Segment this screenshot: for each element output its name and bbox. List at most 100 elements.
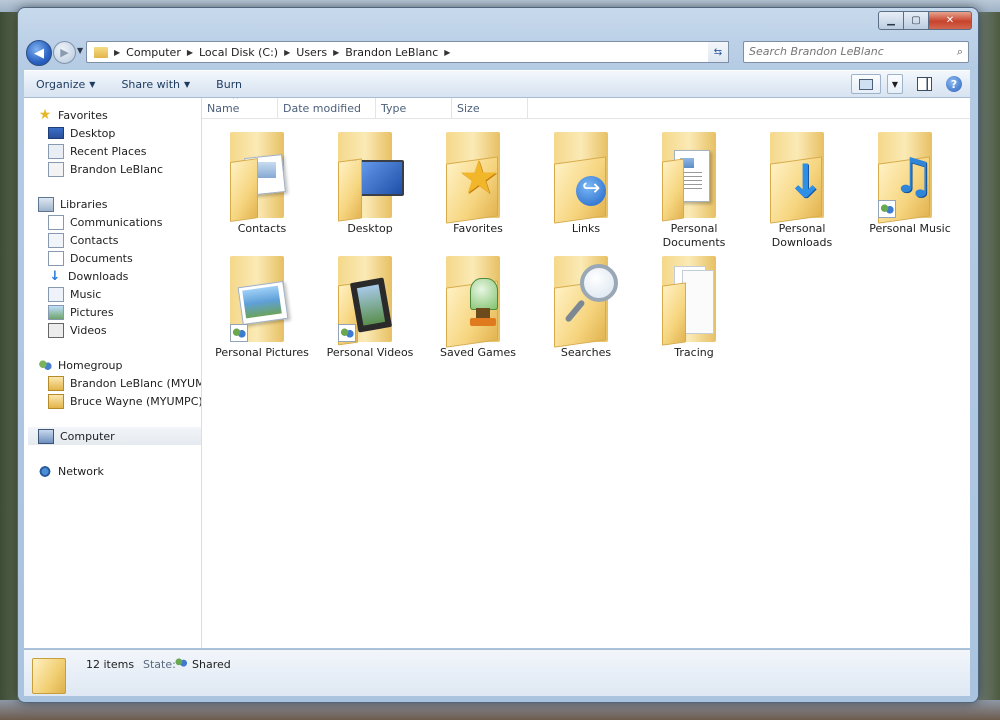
column-header-date-modified[interactable]: Date modified — [278, 98, 376, 118]
saved-games-folder-icon — [446, 256, 500, 342]
nav-desktop[interactable]: Desktop — [48, 124, 202, 142]
chevron-right-icon[interactable]: ▶ — [444, 48, 450, 57]
folder-item[interactable]: ♫ Personal Music — [858, 130, 962, 250]
nav-user-folder[interactable]: Brandon LeBlanc — [48, 160, 202, 178]
folder-item[interactable]: Searches — [534, 254, 638, 374]
links-folder-icon: ↪ — [554, 132, 608, 218]
column-header-size-label: Size — [457, 102, 480, 115]
close-button[interactable]: ✕ — [929, 11, 972, 30]
share-with-button[interactable]: Share with ▼ — [121, 78, 190, 91]
back-arrow-icon[interactable]: ◀ — [26, 40, 52, 66]
share-with-label: Share with — [121, 78, 180, 91]
chevron-down-icon: ▼ — [184, 80, 190, 89]
nav-downloads-label: Downloads — [68, 270, 128, 283]
forward-arrow-icon[interactable]: ▶ — [53, 41, 76, 64]
nav-documents[interactable]: Documents — [48, 249, 202, 267]
nav-contacts[interactable]: Contacts — [48, 231, 202, 249]
folder-item[interactable]: Contacts — [210, 130, 314, 250]
folder-item[interactable]: ★ Favorites — [426, 130, 530, 250]
breadcrumb-users[interactable]: Users — [296, 46, 327, 59]
nav-libraries[interactable]: Libraries — [38, 195, 202, 213]
folder-item[interactable]: Desktop — [318, 130, 422, 250]
downloads-folder-icon: ↓ — [770, 132, 824, 218]
nav-downloads[interactable]: ↓ Downloads — [48, 267, 202, 285]
chevron-right-icon[interactable]: ▶ — [114, 48, 120, 57]
organize-button[interactable]: Organize ▼ — [36, 78, 95, 91]
column-header-date-label: Date modified — [283, 102, 361, 115]
contacts-icon — [48, 233, 64, 248]
nav-videos-label: Videos — [70, 324, 107, 337]
folder-item[interactable]: Personal Documents — [642, 130, 746, 250]
preview-pane-icon[interactable] — [917, 77, 932, 91]
folder-icon — [94, 47, 108, 58]
breadcrumb-user[interactable]: Brandon LeBlanc — [345, 46, 438, 59]
file-list: ^ Name Date modified Type Size Contacts — [202, 98, 970, 648]
nav-homegroup-user-2-label: Bruce Wayne (MYUMPC) — [70, 395, 202, 408]
column-header-size[interactable]: Size — [452, 98, 528, 118]
network-icon — [38, 465, 52, 478]
state-label: State: — [143, 658, 176, 671]
nav-recent-places-label: Recent Places — [70, 145, 147, 158]
nav-recent-places[interactable]: Recent Places — [48, 142, 202, 160]
shared-overlay-icon — [878, 200, 896, 218]
search-input[interactable] — [744, 42, 939, 60]
nav-pictures[interactable]: Pictures — [48, 303, 202, 321]
address-bar[interactable]: ▶ Computer ▶ Local Disk (C:) ▶ Users ▶ B… — [86, 41, 728, 63]
help-icon[interactable]: ? — [946, 76, 962, 92]
search-icon[interactable]: ⌕ — [957, 45, 963, 59]
folder-item[interactable]: ↪ Links — [534, 130, 638, 250]
nav-homegroup-user-1[interactable]: Brandon LeBlanc (MYUM — [48, 374, 202, 392]
minimize-button[interactable]: ▁ — [878, 11, 904, 30]
folder-item[interactable]: Saved Games — [426, 254, 530, 374]
nav-music-label: Music — [70, 288, 101, 301]
folder-item[interactable]: Personal Videos — [318, 254, 422, 374]
communications-icon — [48, 215, 64, 230]
nav-videos[interactable]: Videos — [48, 321, 202, 339]
folder-name: Personal Downloads — [750, 222, 854, 250]
music-folder-icon: ♫ — [878, 132, 932, 218]
shared-overlay-icon — [230, 324, 248, 342]
chevron-right-icon[interactable]: ▶ — [284, 48, 290, 57]
nav-contacts-label: Contacts — [70, 234, 119, 247]
details-pane: 12 items State: Shared — [24, 649, 970, 696]
person-icon — [48, 376, 64, 391]
change-view-button[interactable] — [851, 74, 881, 94]
search-box[interactable]: ⌕ — [743, 41, 969, 63]
chevron-right-icon[interactable]: ▶ — [333, 48, 339, 57]
documents-folder-icon — [662, 132, 716, 218]
nav-computer-label: Computer — [60, 430, 115, 443]
favorites-folder-icon: ★ — [446, 132, 500, 218]
folder-name: Favorites — [426, 222, 530, 236]
videos-icon — [48, 323, 64, 338]
state-value: Shared — [192, 658, 231, 671]
homegroup-icon — [38, 359, 52, 372]
breadcrumb-computer[interactable]: Computer — [126, 46, 181, 59]
explorer-window: ▁ ▢ ✕ ◀ ▶ ▼ ▶ Computer ▶ Local Disk (C:)… — [18, 8, 978, 702]
column-header-type[interactable]: Type — [376, 98, 452, 118]
nav-homegroup[interactable]: Homegroup — [38, 356, 202, 374]
folder-item[interactable]: Personal Pictures — [210, 254, 314, 374]
nav-computer[interactable]: Computer — [28, 427, 202, 445]
nav-communications[interactable]: Communications — [48, 213, 202, 231]
maximize-button[interactable]: ▢ — [904, 11, 929, 30]
folder-item[interactable]: ↓ Personal Downloads — [750, 130, 854, 250]
folder-item[interactable]: Tracing — [642, 254, 746, 374]
nav-homegroup-user-2[interactable]: Bruce Wayne (MYUMPC) — [48, 392, 202, 410]
nav-music[interactable]: Music — [48, 285, 202, 303]
folder-icon — [32, 658, 66, 694]
nav-desktop-label: Desktop — [70, 127, 115, 140]
recent-pages-dropdown-icon[interactable]: ▼ — [77, 46, 83, 55]
column-header-name[interactable]: ^ Name — [202, 98, 278, 118]
refresh-icon[interactable]: ⇆ — [708, 41, 729, 63]
folder-name: Personal Music — [858, 222, 962, 236]
nav-favorites[interactable]: ★ Favorites — [38, 106, 202, 124]
breadcrumb-local-disk[interactable]: Local Disk (C:) — [199, 46, 278, 59]
star-icon: ★ — [38, 109, 52, 122]
view-options-dropdown[interactable]: ▼ — [887, 74, 903, 94]
nav-network[interactable]: Network — [38, 462, 202, 480]
contacts-folder-icon — [230, 132, 284, 218]
chevron-right-icon[interactable]: ▶ — [187, 48, 193, 57]
burn-button[interactable]: Burn — [216, 78, 242, 91]
nav-homegroup-user-1-label: Brandon LeBlanc (MYUM — [70, 377, 202, 390]
burn-label: Burn — [216, 78, 242, 91]
